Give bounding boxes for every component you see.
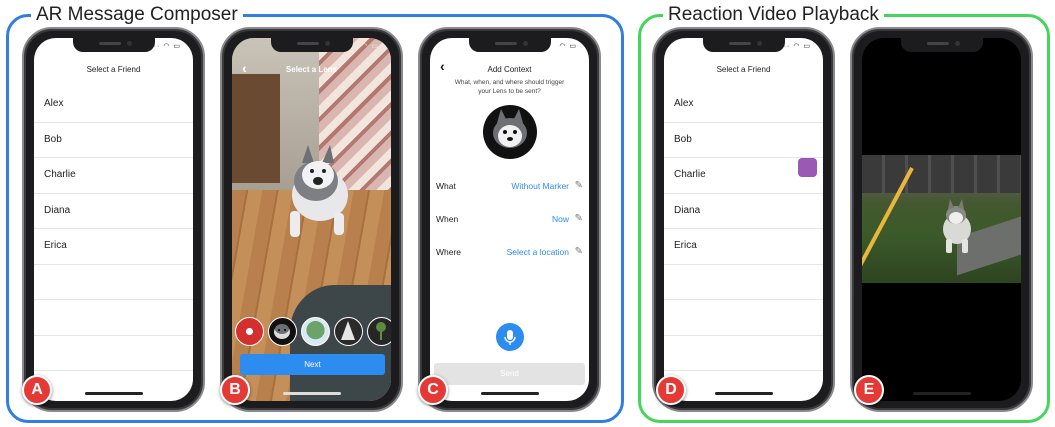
screen-select-friend-reaction: ····· ◠ ▭ Select a Friend Alex Bob Charl… [664,38,823,401]
selected-lens-avatar [482,105,537,159]
back-chevron-icon[interactable]: ‹ [440,58,445,74]
context-row-when[interactable]: When Now ✎ [436,213,583,228]
notch [72,38,155,52]
badge-e: E [854,375,884,405]
group-title-ar: AR Message Composer [31,3,243,27]
empty-row [664,265,823,300]
badge-b: B [220,375,250,405]
phone-c: ◠ ▭ ‹ Add Context What, when, and where … [418,27,601,412]
empty-row [664,336,823,371]
notch [270,38,353,52]
context-row-what[interactable]: What Without Marker ✎ [436,180,583,195]
reaction-video[interactable] [862,155,1021,283]
context-value[interactable]: Without Marker [511,181,569,191]
friend-row-bob[interactable]: Bob [664,123,823,158]
home-indicator [282,392,341,395]
status-icons: ····· ◠ ▭ [143,43,181,50]
palm-tree-lens-icon[interactable] [367,317,391,346]
tree-lens-icon[interactable] [301,317,330,346]
context-value[interactable]: Select a location [507,247,569,257]
pencil-icon[interactable]: ✎ [575,180,583,191]
spider-mask-lens-icon[interactable] [235,317,264,346]
badge-c: C [418,375,448,405]
friend-list: Alex Bob Charlie Diana Erica [664,87,823,371]
empty-row [34,336,193,371]
friend-row-alex[interactable]: Alex [664,87,823,123]
status-icons: ◠ ▭ [559,43,577,50]
husky-lens-icon[interactable] [268,317,297,346]
phone-e [850,27,1033,412]
friend-row-bob[interactable]: Bob [34,123,193,158]
context-label: What [436,181,456,191]
friend-row-diana[interactable]: Diana [34,194,193,229]
next-button[interactable]: Next [240,354,385,375]
context-row-where[interactable]: Where Select a location ✎ [436,246,583,261]
screen-select-friend: ····· ◠ ▭ Select a Friend Alex Bob Charl… [34,38,193,401]
friend-row-erica[interactable]: Erica [34,229,193,265]
context-label: When [436,214,459,224]
pencil-icon[interactable]: ✎ [575,246,583,257]
pencil-icon[interactable]: ✎ [575,213,583,224]
home-indicator [912,392,971,395]
friend-list: Alex Bob Charlie Diana Erica [34,87,193,371]
status-icons: ····· ◠ ▭ [773,43,811,50]
pine-tree-lens-icon[interactable] [334,317,363,346]
screen-title: Select a Friend [716,65,771,74]
husky-dog-image [290,145,348,237]
phone-b: ◠ ▭ ‹ Select a Lens Next [220,27,403,412]
home-indicator [480,392,539,395]
friend-row-erica[interactable]: Erica [664,229,823,265]
empty-row [664,300,823,336]
lens-carousel [235,317,391,347]
home-indicator [714,392,773,395]
notch [468,38,551,52]
reaction-indicator-badge[interactable] [798,158,817,177]
friend-row-charlie[interactable]: Charlie [34,158,193,194]
screen-title: Add Context [487,65,532,74]
group-title-reaction: Reaction Video Playback [663,3,884,27]
phone-a: ····· ◠ ▭ Select a Friend Alex Bob Charl… [22,27,205,412]
friend-row-alex[interactable]: Alex [34,87,193,123]
status-icons: ◠ ▭ [361,43,379,50]
badge-d: D [656,375,686,405]
screen-add-context: ◠ ▭ ‹ Add Context What, when, and where … [430,38,589,401]
friend-row-diana[interactable]: Diana [664,194,823,229]
notch [900,38,983,52]
screen-select-lens: ◠ ▭ ‹ Select a Lens Next [232,38,391,401]
send-button[interactable]: Send [434,363,585,385]
screen-title: Select a Lens [285,65,338,74]
screen-reaction-video [862,38,1021,401]
badge-a: A [22,375,52,405]
empty-row [34,265,193,300]
screen-title: Select a Friend [86,65,141,74]
notch [702,38,785,52]
context-label: Where [436,247,462,257]
empty-row [34,300,193,336]
husky-dog-image [943,199,971,253]
home-indicator [84,392,143,395]
microphone-button[interactable] [495,323,524,351]
context-prompt: What, when, and where should trigger you… [454,79,565,95]
microphone-icon [503,330,516,345]
context-value[interactable]: Now [552,214,569,224]
phone-d: ····· ◠ ▭ Select a Friend Alex Bob Charl… [652,27,835,412]
